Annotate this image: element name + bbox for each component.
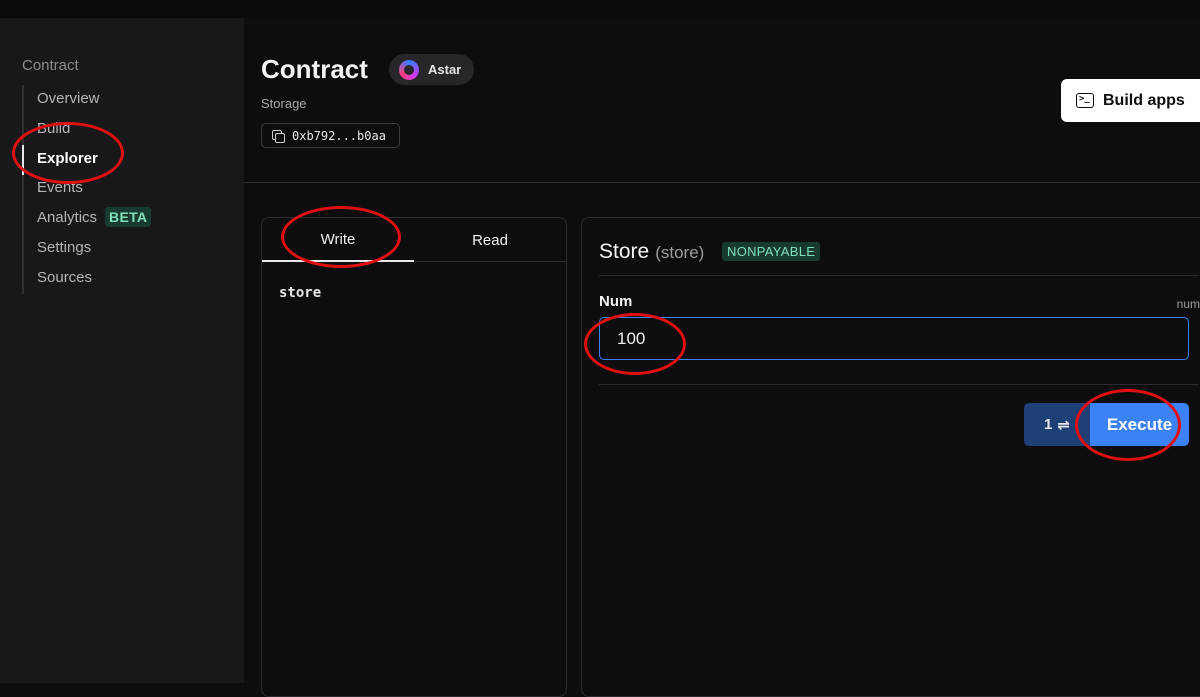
function-title: Store (store) [599,240,704,264]
top-bar [0,0,1200,18]
chain-badge[interactable]: Astar [389,54,474,85]
function-signature: (store) [655,243,705,262]
param-type: num [1176,297,1200,311]
sidebar-item-overview[interactable]: Overview [37,87,100,109]
sidebar-item-sources[interactable]: Sources [37,266,92,288]
num-input[interactable]: 100 [599,317,1189,360]
param-label: Num [599,293,633,310]
function-item-store[interactable]: store [279,285,321,301]
copy-address-button[interactable]: 0xb792...b0aa [261,123,400,148]
sidebar-item-settings[interactable]: Settings [37,236,91,258]
value-button[interactable]: 1 ⇌ [1024,403,1090,446]
tab-write[interactable]: Write [262,218,414,262]
sidebar: Contract Overview Build Explorer Events … [0,18,244,683]
function-detail-panel: Store (store) NONPAYABLE Num num 100 1 ⇌… [581,217,1200,697]
page-title: Contract [261,54,368,84]
terminal-icon: >_ [1076,93,1094,108]
mutability-badge: NONPAYABLE [722,242,821,261]
execute-button[interactable]: Execute [1090,403,1189,446]
chain-name: Astar [428,62,462,77]
sidebar-nav: Overview Build Explorer Events Analytics… [22,85,222,294]
beta-badge: BETA [105,207,152,227]
active-indicator [22,145,24,175]
build-apps-button[interactable]: >_ Build apps [1061,79,1200,122]
divider [599,275,1199,276]
sidebar-item-build[interactable]: Build [37,117,70,139]
sidebar-item-analytics[interactable]: Analytics BETA [37,206,152,228]
copy-icon [272,129,285,143]
sidebar-item-explorer[interactable]: Explorer [37,147,98,169]
sidebar-heading: Contract [22,57,79,74]
sidebar-item-events[interactable]: Events [37,176,83,198]
header-divider [244,182,1200,183]
tab-bar: Write Read [262,218,566,262]
astar-logo-icon [399,59,419,80]
contract-address: 0xb792...b0aa [292,128,386,143]
tab-read[interactable]: Read [414,218,566,262]
divider [599,384,1199,385]
swap-icon: ⇌ [1057,416,1070,434]
function-name: Store [599,240,650,263]
functions-panel: Write Read store [261,217,567,697]
main-content: Contract Astar Storage 0xb792...b0aa >_ … [244,18,1200,697]
contract-name: Storage [261,96,307,111]
